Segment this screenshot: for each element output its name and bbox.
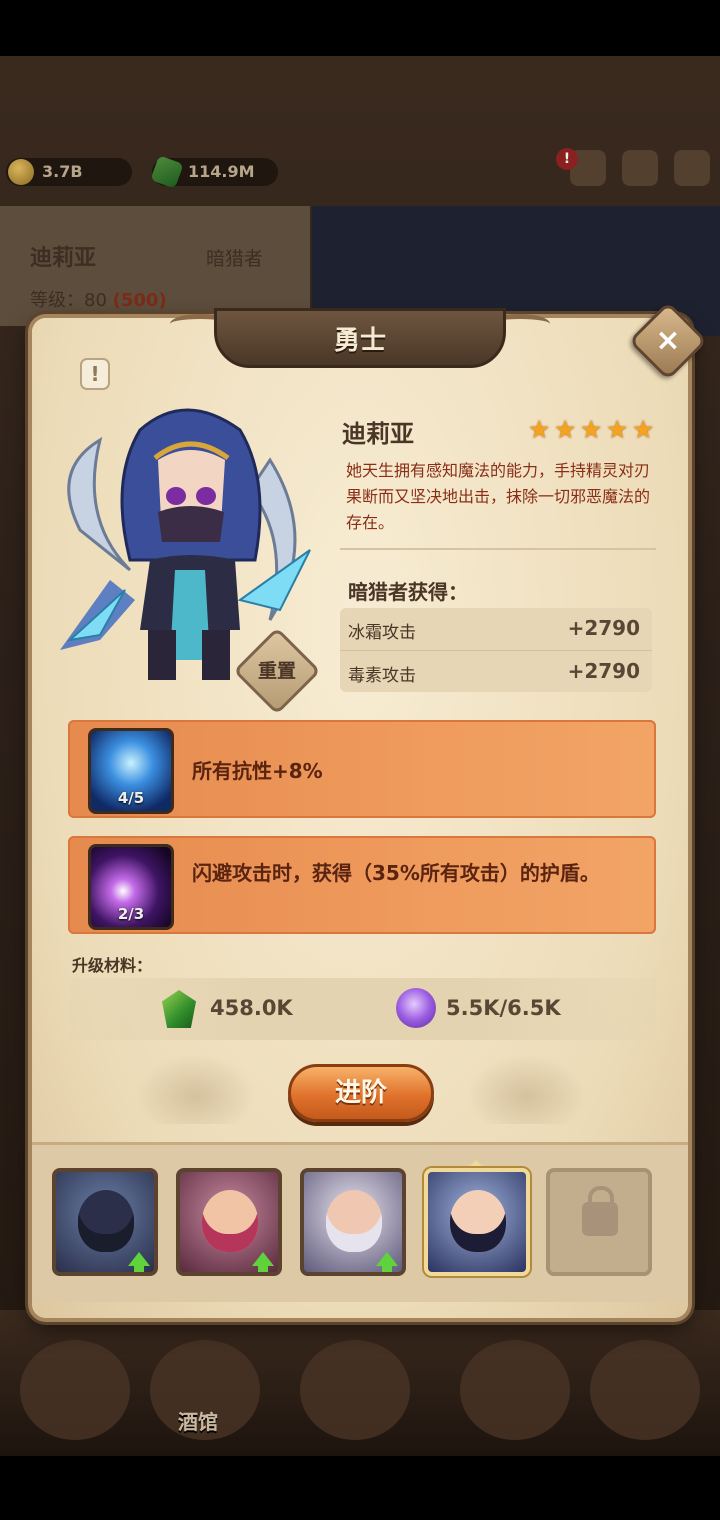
star-icon: ★ <box>606 415 629 444</box>
star-rating: ★ ★ ★ ★ ★ <box>528 415 656 444</box>
info-icon[interactable]: ! <box>80 358 110 390</box>
gear-icon[interactable] <box>674 150 710 186</box>
dragon-emblem-icon <box>136 1054 256 1124</box>
upgrade-arrow-icon <box>252 1252 274 1272</box>
nav-house-icon[interactable] <box>20 1340 130 1440</box>
gain-title: 暗猎者获得： <box>348 580 468 604</box>
hero-description: 她天生拥有感知魔法的能力，手持精灵对刃果断而又坚决地出击，抹除一切邪恶魔法的存在… <box>346 461 651 532</box>
divider <box>340 548 656 550</box>
hero-avatar <box>326 1190 382 1252</box>
materials-bar: 458.0K 5.5K/6.5K <box>70 978 656 1040</box>
dragon-emblem-icon <box>466 1054 586 1124</box>
upgrade-arrow-icon <box>376 1252 398 1272</box>
nav-shrine-icon[interactable] <box>460 1340 570 1440</box>
close-icon[interactable]: × <box>640 313 696 369</box>
advance-button[interactable]: 进阶 <box>288 1064 434 1122</box>
purple-crystal-icon <box>396 988 436 1028</box>
bottom-navigation <box>0 1310 720 1456</box>
mail-icon[interactable] <box>622 150 658 186</box>
upgrade-arrow-icon <box>128 1252 150 1272</box>
skill-row[interactable]: 4/5 所有抗性+8% <box>68 720 656 818</box>
hero-avatar <box>202 1190 258 1252</box>
skill-row[interactable]: 2/3 闪避攻击时，获得（35%所有攻击）的护盾。 <box>68 836 656 934</box>
gain-row: 冰霜攻击 +2790 <box>340 608 652 648</box>
gain-stat-value: +2790 <box>567 616 640 640</box>
star-icon: ★ <box>632 415 655 444</box>
gold-coin-icon <box>8 159 34 185</box>
skill-level: 2/3 <box>117 905 145 923</box>
top-resource-bar: 3.7B 114.9M ! <box>0 148 720 196</box>
lightning-figure-icon[interactable]: 4/5 <box>88 728 174 814</box>
hero-form-card[interactable] <box>176 1168 282 1276</box>
gain-stat-name: 冰霜攻击 <box>348 623 416 643</box>
green-gem-icon <box>150 155 184 189</box>
nav-tavern-label: 酒馆 <box>178 1410 218 1434</box>
green-material: 458.0K <box>162 988 293 1028</box>
gold-counter: 3.7B <box>6 158 132 186</box>
bg-hero-level: 等级：80 (500) <box>30 290 167 311</box>
hero-form-card[interactable] <box>52 1168 158 1276</box>
green-material-amount: 458.0K <box>210 996 293 1020</box>
panel-title: 勇士 <box>333 326 386 356</box>
green-gem-icon <box>162 990 196 1028</box>
panel-title-banner: 勇士 <box>170 296 550 380</box>
bg-hero-class: 暗猎者 <box>206 248 264 270</box>
hero-name: 迪莉亚 <box>342 420 414 448</box>
lock-icon <box>582 1186 618 1236</box>
alert-badge: ! <box>556 148 578 170</box>
skill-level: 4/5 <box>117 789 145 807</box>
reset-label[interactable]: 重置 <box>246 640 308 702</box>
purple-material-amount: 5.5K/6.5K <box>446 996 561 1020</box>
hero-avatar <box>450 1190 506 1252</box>
purple-meteor-icon[interactable]: 2/3 <box>88 844 174 930</box>
skill-description: 闪避攻击时，获得（35%所有攻击）的护盾。 <box>192 861 600 885</box>
hero-avatar <box>78 1190 134 1252</box>
hero-form-card[interactable] <box>300 1168 406 1276</box>
gem-counter: 114.9M <box>150 155 278 189</box>
locked-form-card[interactable] <box>546 1168 652 1276</box>
gain-stat-name: 毒素攻击 <box>348 666 416 686</box>
purple-material: 5.5K/6.5K <box>396 988 561 1028</box>
gain-stats: 冰霜攻击 +2790 毒素攻击 +2790 <box>340 608 652 692</box>
star-icon: ★ <box>528 415 551 444</box>
materials-label: 升级材料： <box>72 956 153 975</box>
bg-hero-name: 迪莉亚 <box>30 246 97 271</box>
gain-row: 毒素攻击 +2790 <box>340 650 652 690</box>
skill-description: 所有抗性+8% <box>192 759 323 783</box>
gem-amount: 114.9M <box>188 162 255 181</box>
hero-form-card-selected[interactable] <box>424 1168 530 1276</box>
gold-amount: 3.7B <box>42 162 83 181</box>
gain-stat-value: +2790 <box>567 659 640 683</box>
nav-forge-icon[interactable] <box>590 1340 700 1440</box>
nav-map-icon[interactable] <box>300 1340 410 1440</box>
star-icon: ★ <box>580 415 603 444</box>
star-icon: ★ <box>554 415 577 444</box>
